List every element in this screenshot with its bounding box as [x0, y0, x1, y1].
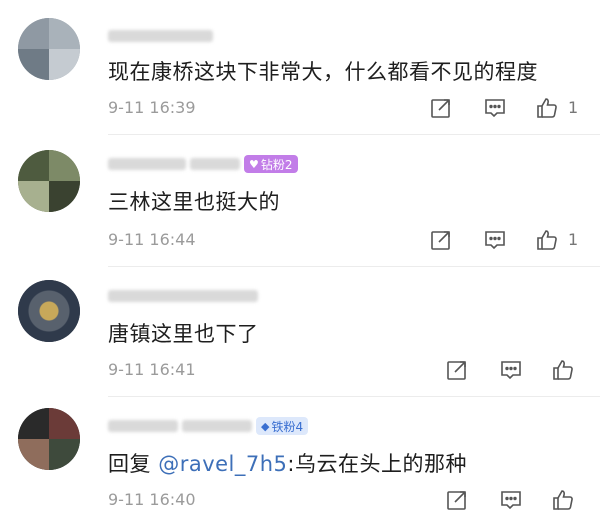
comment-item: ♥ 钻粉2 三林这里也挺大的 9-11 16:44 1	[0, 134, 600, 266]
username-blurred[interactable]: ♥ 钻粉2	[108, 155, 298, 173]
comment-time: 9-11 16:44	[108, 230, 196, 249]
reply-body: :乌云在头上的那种	[287, 452, 467, 476]
reply-edit-icon[interactable]	[428, 96, 454, 120]
comment-item: 唐镇这里也下了 9-11 16:41	[0, 266, 600, 396]
username-blurred[interactable]	[108, 288, 258, 304]
fan-badge: ◆ 铁粉4	[256, 417, 309, 435]
comment-text: 回复 @ravel_7h5:乌云在头上的那种	[108, 448, 467, 478]
avatar[interactable]	[18, 408, 80, 470]
comment-item: ◆ 铁粉4 回复 @ravel_7h5:乌云在头上的那种 9-11 16:40	[0, 396, 600, 524]
mention-link[interactable]: @ravel_7h5	[158, 452, 287, 476]
like-count: 1	[568, 98, 579, 117]
comment-bubble-icon[interactable]	[482, 228, 508, 252]
thumbs-up-icon[interactable]	[534, 228, 560, 252]
comment-meta: 9-11 16:41	[108, 358, 600, 382]
avatar[interactable]	[18, 150, 80, 212]
avatar[interactable]	[18, 280, 80, 342]
reply-edit-icon[interactable]	[428, 228, 454, 252]
comment-item: 现在康桥这块下非常大，什么都看不见的程度 9-11 16:39 1	[0, 0, 600, 134]
comment-time: 9-11 16:40	[108, 490, 196, 509]
username-blurred[interactable]: ◆ 铁粉4	[108, 417, 309, 435]
thumbs-up-icon[interactable]	[550, 488, 576, 512]
comment-text: 现在康桥这块下非常大，什么都看不见的程度	[108, 60, 538, 84]
thumbs-up-icon[interactable]	[534, 96, 560, 120]
reply-edit-icon[interactable]	[444, 358, 470, 382]
diamond-fan-icon: ♥	[249, 157, 259, 171]
iron-fan-icon: ◆	[261, 419, 270, 433]
reply-prefix: 回复	[108, 452, 159, 476]
comment-text: 三林这里也挺大的	[108, 190, 280, 214]
comment-bubble-icon[interactable]	[498, 488, 524, 512]
comment-time: 9-11 16:41	[108, 360, 196, 379]
reply-edit-icon[interactable]	[444, 488, 470, 512]
fan-badge-label: 铁粉4	[271, 419, 304, 434]
avatar[interactable]	[18, 18, 80, 80]
thumbs-up-icon[interactable]	[550, 358, 576, 382]
comment-meta: 9-11 16:39 1	[108, 96, 600, 120]
comment-meta: 9-11 16:40	[108, 488, 600, 512]
fan-badge-label: 钻粉2	[260, 157, 293, 172]
username-blurred[interactable]	[108, 28, 213, 44]
fan-badge: ♥ 钻粉2	[244, 155, 298, 173]
comment-bubble-icon[interactable]	[498, 358, 524, 382]
like-count: 1	[568, 230, 579, 249]
comment-meta: 9-11 16:44 1	[108, 228, 600, 252]
comment-bubble-icon[interactable]	[482, 96, 508, 120]
comment-time: 9-11 16:39	[108, 98, 196, 117]
comment-text: 唐镇这里也下了	[108, 322, 259, 346]
